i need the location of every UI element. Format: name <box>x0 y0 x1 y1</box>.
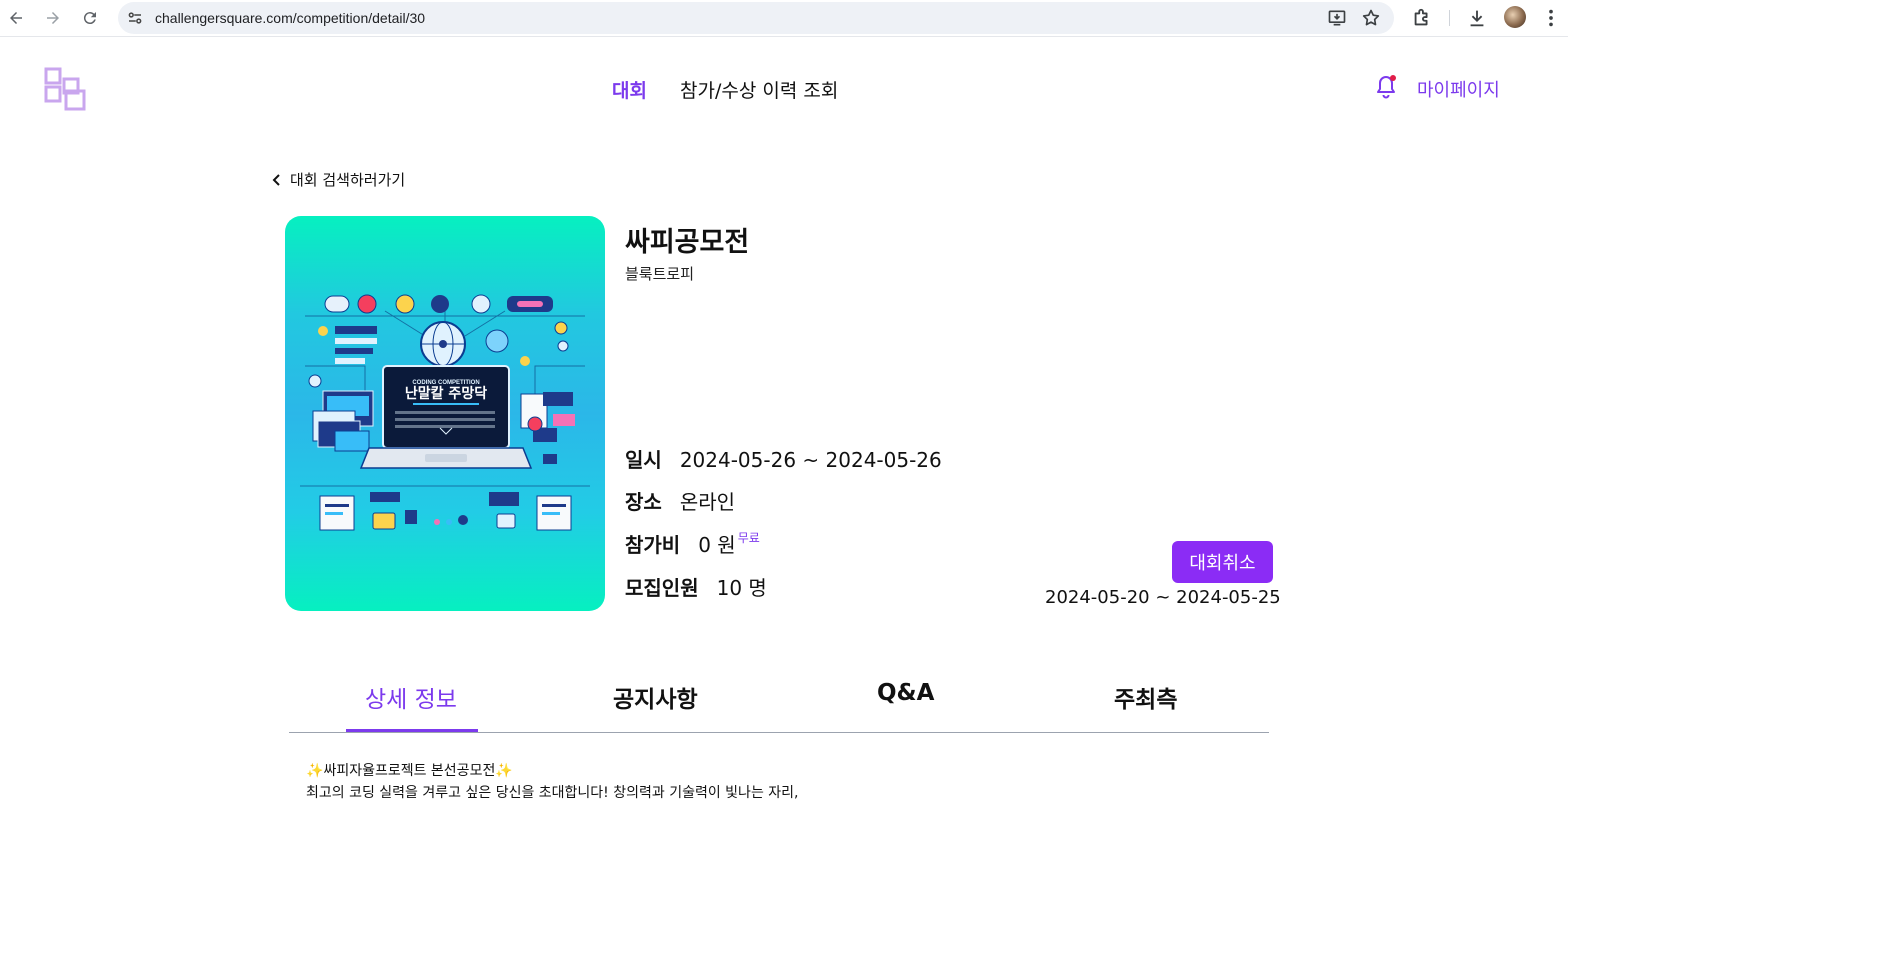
date-value: 2024-05-26 ~ 2024-05-26 <box>679 448 942 472</box>
nav-history[interactable]: 참가/수상 이력 조회 <box>680 76 838 103</box>
competition-title: 싸피공모전 <box>625 227 750 258</box>
competition-organizer: 블룩트로피 <box>625 265 695 283</box>
active-tab-indicator <box>346 729 478 732</box>
detail-line-1: 싸피자율프로젝트 본선공모전 <box>323 763 496 779</box>
fee-row: 참가비 0 원 무료 <box>625 529 760 558</box>
tab-host[interactable]: 주최측 <box>1114 680 1177 714</box>
forward-arrow-icon[interactable] <box>41 6 65 30</box>
place-row: 장소 온라인 <box>625 486 735 515</box>
profile-avatar[interactable] <box>1504 6 1526 28</box>
nav-competition[interactable]: 대회 <box>612 76 647 103</box>
free-badge: 무료 <box>737 531 760 545</box>
url-text: challengersquare.com/competition/detail/… <box>155 10 426 26</box>
back-link-label: 대회 검색하러가기 <box>290 171 406 189</box>
toolbar-divider <box>1449 10 1450 26</box>
fee-value-wrap: 0 원 무료 <box>698 529 760 558</box>
mypage-link[interactable]: 마이페이지 <box>1417 76 1500 102</box>
chevron-left-icon <box>270 173 284 187</box>
browser-toolbar: challengersquare.com/competition/detail/… <box>0 0 1568 37</box>
date-row: 일시 2024-05-26 ~ 2024-05-26 <box>625 444 942 473</box>
address-bar[interactable]: challengersquare.com/competition/detail/… <box>118 2 1394 34</box>
fee-label: 참가비 <box>625 533 681 557</box>
detail-line-2: 최고의 코딩 실력을 겨루고 싶은 당신을 초대합니다! 창의력과 기술력이 빛… <box>306 785 799 801</box>
download-icon[interactable] <box>1466 7 1488 29</box>
tab-qna[interactable]: Q&A <box>877 680 934 706</box>
back-arrow-icon[interactable] <box>4 6 28 30</box>
capacity-row: 모집인원 10 명 <box>625 572 767 601</box>
capacity-value: 10 명 <box>716 576 767 600</box>
tab-detail[interactable]: 상세 정보 <box>365 680 457 714</box>
back-to-search-link[interactable]: 대회 검색하러가기 <box>270 169 405 190</box>
fee-value: 0 원 <box>698 533 736 557</box>
sparkle-icon: ✨ <box>306 763 324 779</box>
extensions-icon[interactable] <box>1411 7 1433 29</box>
cancel-competition-button[interactable]: 대회취소 <box>1172 541 1273 583</box>
site-logo-icon[interactable] <box>44 67 88 111</box>
poster-main-text: 난말칼 주망닥 <box>405 385 487 402</box>
detail-tabs: 상세 정보 공지사항 Q&A 주최측 <box>289 670 1269 733</box>
place-label: 장소 <box>625 490 662 514</box>
tab-notice[interactable]: 공지사항 <box>613 680 698 714</box>
install-app-icon[interactable] <box>1327 8 1347 28</box>
date-label: 일시 <box>625 448 662 472</box>
capacity-label: 모집인원 <box>625 576 699 600</box>
detail-headline: ✨싸피자율프로젝트 본선공모전✨ <box>306 760 798 782</box>
bookmark-star-icon[interactable] <box>1361 8 1381 28</box>
reload-icon[interactable] <box>78 6 102 30</box>
site-info-icon[interactable] <box>126 9 144 27</box>
place-value: 온라인 <box>679 490 736 514</box>
sparkle-icon: ✨ <box>495 763 513 779</box>
registration-period: 2024-05-20 ~ 2024-05-25 <box>1045 587 1281 608</box>
more-menu-icon[interactable] <box>1540 7 1562 29</box>
detail-content: ✨싸피자율프로젝트 본선공모전✨ 최고의 코딩 실력을 겨루고 싶은 당신을 초… <box>306 760 798 804</box>
notification-dot <box>1390 75 1396 81</box>
competition-poster: CODING COMPETITION 난말칼 주망닥 <box>285 216 605 611</box>
